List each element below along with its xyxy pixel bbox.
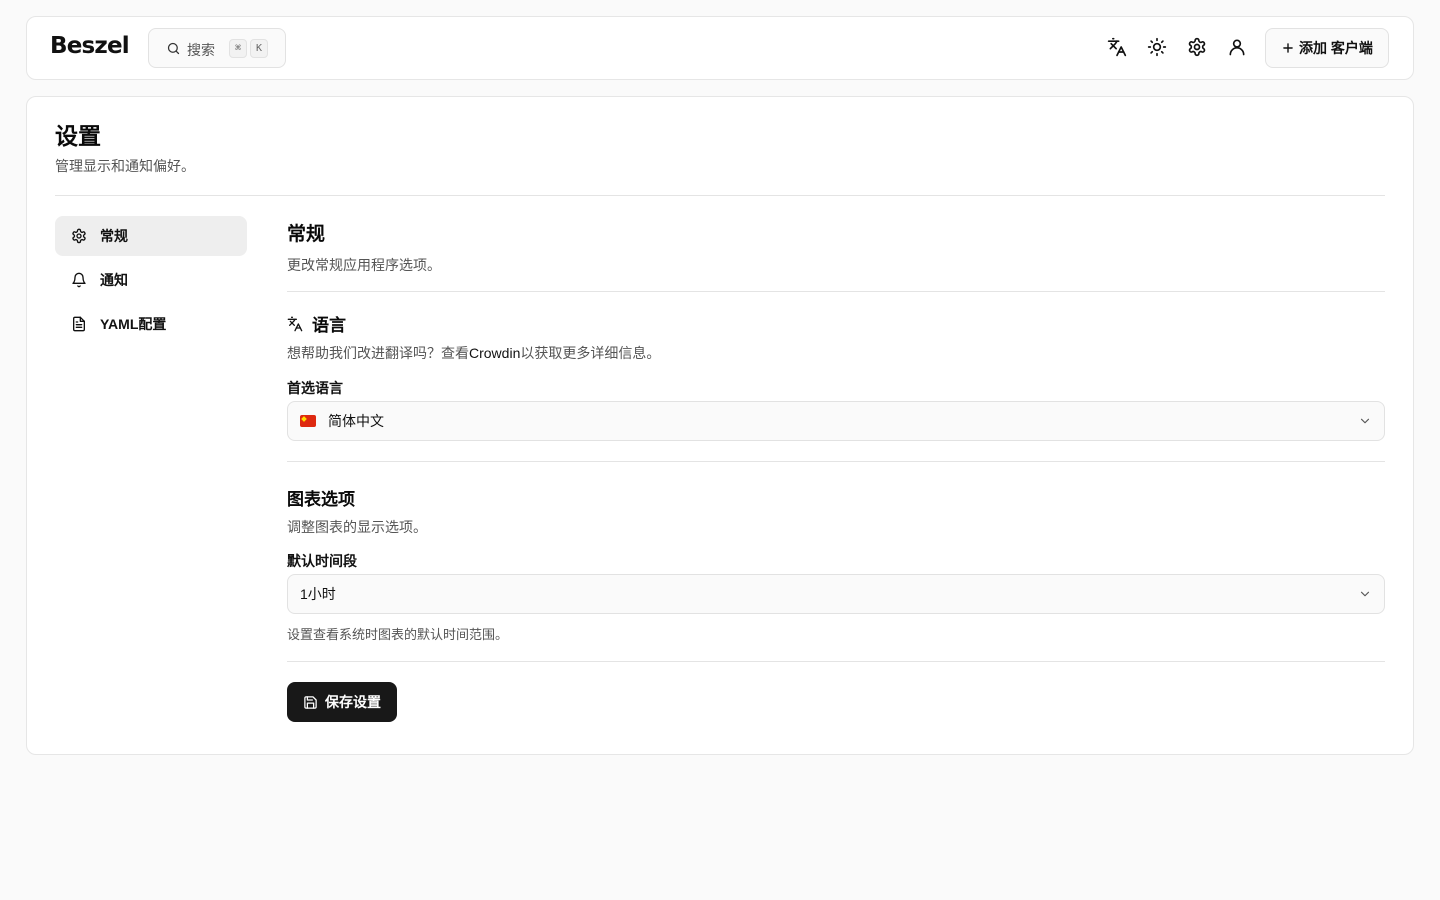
language-help-prefix: 想帮助我们改进翻译吗？查看	[287, 345, 469, 361]
divider	[287, 291, 1385, 292]
file-icon	[71, 316, 87, 332]
page-subtitle: 管理显示和通知偏好。	[55, 158, 195, 174]
chevron-down-icon	[1358, 414, 1372, 428]
language-help: 想帮助我们改进翻译吗？查看Crowdin以获取更多详细信息。	[287, 343, 660, 363]
language-selected-value: 简体中文	[328, 413, 384, 429]
shortcut-key-cmd: ⌘	[229, 39, 248, 58]
sidebar-item-label: 通知	[100, 272, 128, 288]
app-logo[interactable]: Beszel	[50, 33, 130, 59]
bell-icon	[71, 272, 87, 288]
default-period-hint: 设置查看系统时图表的默认时间范围。	[287, 627, 509, 642]
preferred-language-label: 首选语言	[287, 380, 343, 396]
language-icon[interactable]	[1107, 37, 1129, 59]
search-icon	[166, 41, 181, 56]
gear-icon	[71, 228, 87, 244]
default-period-label: 默认时间段	[287, 553, 357, 569]
save-settings-button[interactable]: 保存设置	[287, 682, 397, 722]
default-period-selected-value: 1小时	[300, 586, 336, 602]
search-label: 搜索	[187, 42, 215, 58]
settings-gear-icon[interactable]	[1187, 37, 1209, 59]
user-icon[interactable]	[1227, 37, 1249, 59]
sidebar-item-notifications[interactable]: 通知	[55, 260, 247, 300]
language-heading: 语言	[287, 311, 346, 336]
divider	[287, 661, 1385, 662]
default-period-select[interactable]: 1小时	[287, 574, 1385, 614]
theme-sun-icon[interactable]	[1147, 37, 1169, 59]
plus-icon	[1281, 41, 1295, 55]
general-description: 更改常规应用程序选项。	[287, 257, 441, 273]
settings-card: 设置 管理显示和通知偏好。 常规 通知 YAML配置 常规 更改常规应用程序选项…	[26, 96, 1414, 755]
china-flag-icon	[300, 415, 316, 427]
chart-options-title: 图表选项	[287, 490, 355, 509]
sidebar-item-label: YAML配置	[100, 316, 167, 332]
search-button[interactable]: 搜索 ⌘ K	[148, 28, 286, 68]
language-select[interactable]: 简体中文	[287, 401, 1385, 441]
save-icon	[303, 695, 318, 710]
language-icon	[287, 316, 303, 332]
page-title: 设置	[55, 123, 101, 149]
divider	[55, 195, 1385, 196]
crowdin-link[interactable]: Crowdin	[469, 345, 520, 361]
sidebar-item-general[interactable]: 常规	[55, 216, 247, 256]
sidebar-item-yaml[interactable]: YAML配置	[55, 304, 247, 344]
chart-options-description: 调整图表的显示选项。	[287, 519, 427, 535]
chevron-down-icon	[1358, 587, 1372, 601]
add-client-label: 添加 客户端	[1299, 40, 1373, 56]
sidebar-item-label: 常规	[100, 228, 128, 244]
save-settings-label: 保存设置	[325, 694, 381, 710]
language-help-suffix: 以获取更多详细信息。	[520, 345, 661, 361]
general-title: 常规	[287, 224, 326, 245]
top-header: Beszel 搜索 ⌘ K 添加 客户端	[26, 16, 1414, 80]
shortcut-key-k: K	[250, 39, 269, 58]
add-client-button[interactable]: 添加 客户端	[1265, 28, 1389, 68]
language-title: 语言	[312, 316, 346, 335]
divider	[287, 461, 1385, 462]
